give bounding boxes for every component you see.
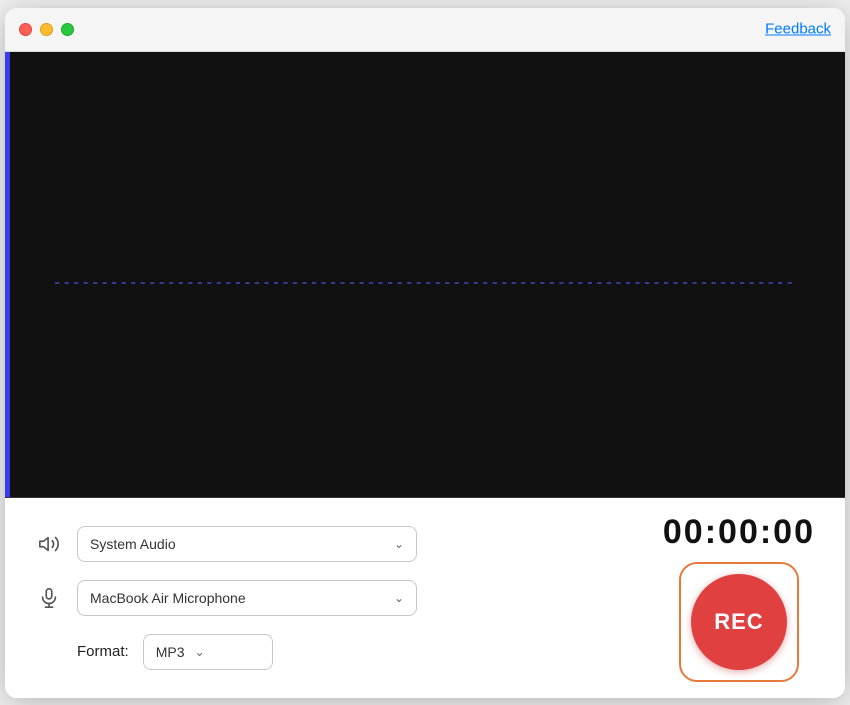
rec-label: REC xyxy=(714,609,763,635)
app-window: Feedback Syst xyxy=(5,8,845,698)
left-accent xyxy=(5,52,10,497)
close-button[interactable] xyxy=(19,23,32,36)
timer-display: 00:00:00 xyxy=(663,513,815,552)
mic-icon xyxy=(35,584,63,612)
rec-button-container[interactable]: REC xyxy=(679,562,799,682)
microphone-value: MacBook Air Microphone xyxy=(90,590,386,606)
traffic-lights xyxy=(19,23,74,36)
controls-left: System Audio ⌄ MacBook Air Microphone xyxy=(35,526,633,670)
titlebar: Feedback xyxy=(5,8,845,52)
format-row: Format: MP3 ⌄ xyxy=(77,634,633,670)
mic-row: MacBook Air Microphone ⌄ xyxy=(35,580,633,616)
visualizer-area xyxy=(5,52,845,498)
system-audio-dropdown[interactable]: System Audio ⌄ xyxy=(77,526,417,562)
rec-button[interactable]: REC xyxy=(691,574,787,670)
format-dropdown[interactable]: MP3 ⌄ xyxy=(143,634,273,670)
system-audio-value: System Audio xyxy=(90,536,386,552)
format-value: MP3 xyxy=(156,644,185,660)
maximize-button[interactable] xyxy=(61,23,74,36)
feedback-link[interactable]: Feedback xyxy=(765,21,831,38)
minimize-button[interactable] xyxy=(40,23,53,36)
waveform-line xyxy=(55,273,795,275)
controls-right: 00:00:00 REC xyxy=(663,513,815,682)
chevron-down-icon: ⌄ xyxy=(394,537,404,551)
controls-panel: System Audio ⌄ MacBook Air Microphone xyxy=(5,498,845,698)
speaker-icon xyxy=(35,530,63,558)
format-label: Format: xyxy=(77,643,129,660)
microphone-dropdown[interactable]: MacBook Air Microphone ⌄ xyxy=(77,580,417,616)
chevron-down-icon: ⌄ xyxy=(194,645,204,659)
chevron-down-icon: ⌄ xyxy=(394,591,404,605)
audio-row: System Audio ⌄ xyxy=(35,526,633,562)
